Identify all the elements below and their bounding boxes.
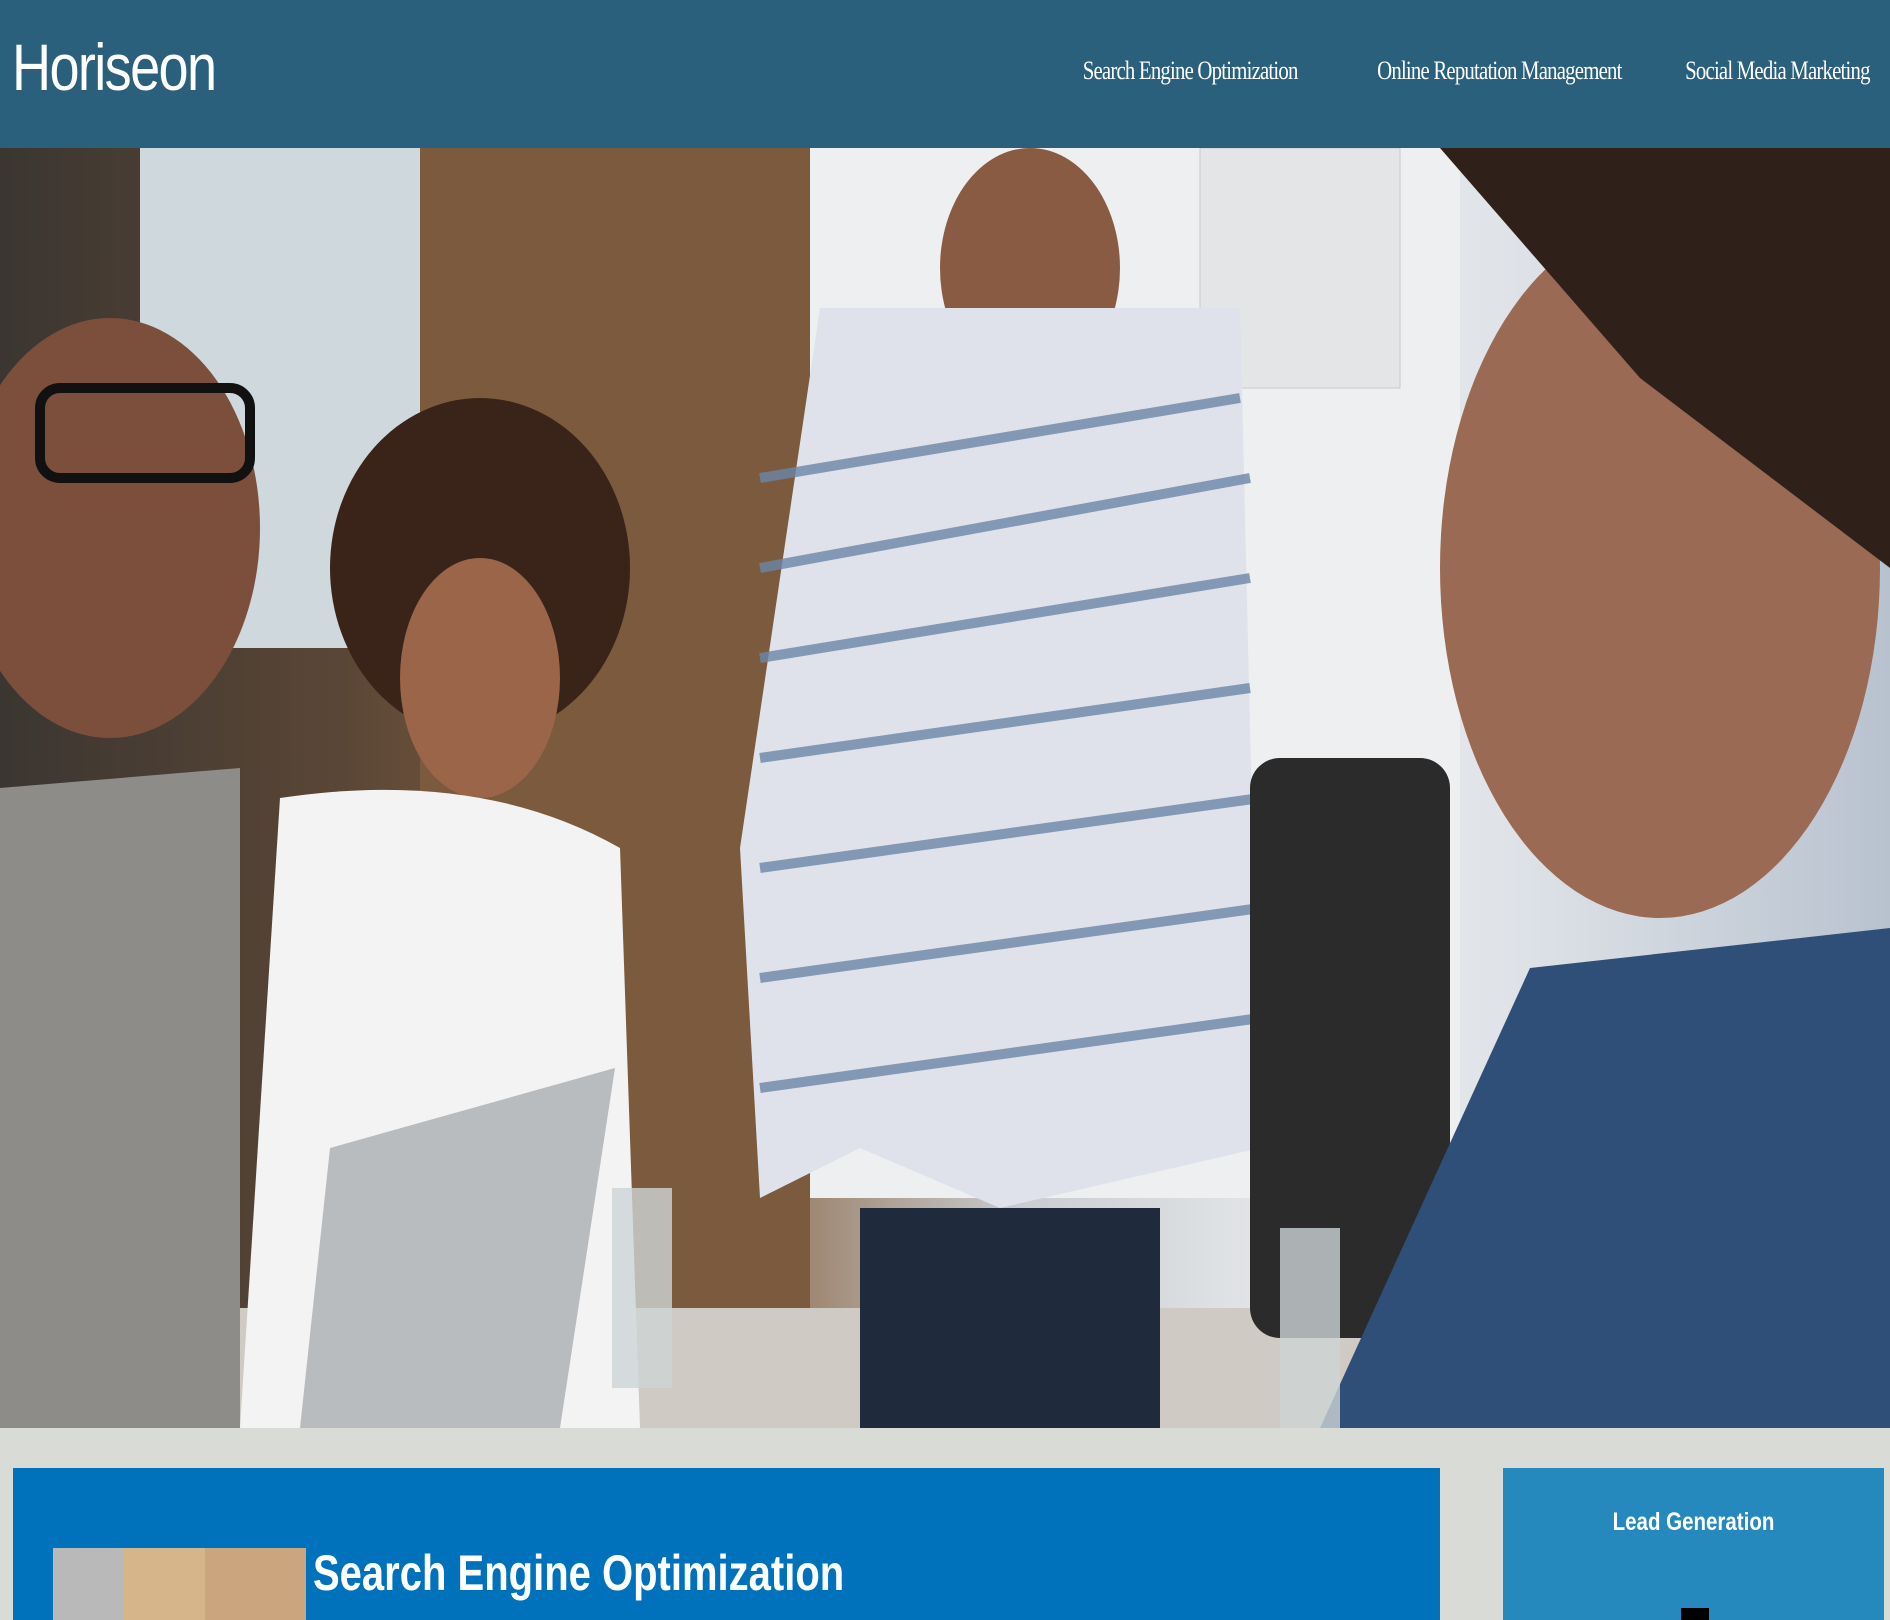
benefit-title: Lead Generation — [1612, 1508, 1775, 1536]
content-card: Search Engine Optimization — [13, 1468, 1440, 1620]
site-header: Horiseon Search Engine Optimization Onli… — [0, 0, 1890, 148]
nav-item-reputation[interactable]: Online Reputation Management — [1316, 56, 1622, 86]
nav-link-seo[interactable]: Search Engine Optimization — [1083, 56, 1299, 86]
hero-image — [0, 148, 1890, 1428]
lead-generation-icon — [1681, 1608, 1709, 1620]
card-thumbnail-image — [53, 1548, 306, 1620]
card-title: Search Engine Optimization — [313, 1545, 845, 1601]
person-woman-face — [400, 558, 560, 798]
nav-item-seo[interactable]: Search Engine Optimization — [1029, 56, 1299, 86]
jeans — [860, 1208, 1160, 1428]
nav-link-social[interactable]: Social Media Marketing — [1685, 56, 1870, 86]
person-left-shirt — [0, 768, 240, 1428]
water-glass — [612, 1188, 672, 1388]
nav-item-social[interactable]: Social Media Marketing — [1639, 56, 1870, 86]
main-nav: Search Engine Optimization Online Reputa… — [1029, 56, 1871, 86]
water-glass — [1280, 1228, 1340, 1428]
site-logo[interactable]: Horiseon — [12, 34, 217, 100]
hero-photo-illustration — [0, 148, 1890, 1428]
benefit-card: Lead Generation — [1503, 1468, 1884, 1620]
nav-link-reputation[interactable]: Online Reputation Management — [1377, 56, 1622, 86]
